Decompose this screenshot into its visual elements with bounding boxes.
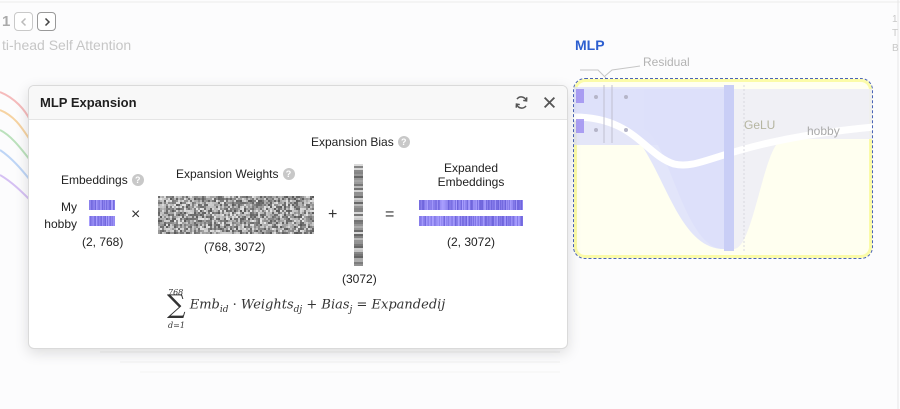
help-icon[interactable]: ?	[131, 174, 144, 186]
expansion-formula: 768 ∑ d=1 Embid · Weightsdj + Biasj = Ex…	[167, 288, 446, 330]
edge-char-3: B	[892, 43, 899, 54]
edge-char-2: T	[892, 28, 899, 39]
close-icon	[543, 96, 555, 109]
mlp-flow-diagram	[574, 85, 872, 251]
equals-operator: =	[385, 206, 395, 223]
mlp-expansion-panel: MLP Expansion Expansion Bias? Embeddings…	[28, 85, 568, 349]
embedding-matrix[interactable]	[89, 200, 117, 230]
gelu-label: GeLU	[744, 118, 776, 132]
refresh-icon	[515, 96, 527, 109]
bias-shape: (3072)	[342, 272, 377, 286]
expansion-weights-heading: Expansion Weights?	[176, 167, 295, 181]
bias-vector[interactable]	[354, 164, 363, 266]
sum-lower-limit: d=1	[168, 321, 185, 330]
output-token-label: hobby	[807, 124, 840, 138]
token-label: hobby	[44, 217, 77, 231]
embeddings-heading: Embeddings?	[61, 173, 144, 187]
edge-char-1: 1	[892, 14, 898, 25]
expanded-embeddings-heading: Expanded Embeddings	[437, 161, 505, 189]
mlp-block[interactable]	[573, 78, 873, 259]
refresh-button[interactable]	[513, 95, 529, 111]
token-label: My	[61, 200, 77, 214]
sum-upper-limit: 768	[168, 288, 184, 297]
embeddings-shape: (2, 768)	[82, 235, 124, 249]
plus-operator: +	[328, 206, 338, 223]
expansion-bias-heading: Expansion Bias?	[311, 135, 410, 149]
panel-title: MLP Expansion	[40, 95, 137, 110]
weights-matrix[interactable]	[158, 196, 314, 234]
help-icon[interactable]: ?	[397, 136, 410, 148]
close-button[interactable]	[541, 95, 557, 111]
weights-shape: (768, 3072)	[204, 240, 266, 254]
help-icon[interactable]: ?	[282, 168, 295, 180]
panel-header: MLP Expansion	[29, 86, 567, 120]
expanded-shape: (2, 3072)	[447, 235, 496, 249]
times-operator: ×	[131, 206, 141, 223]
expanded-embeddings-matrix[interactable]	[419, 200, 523, 230]
